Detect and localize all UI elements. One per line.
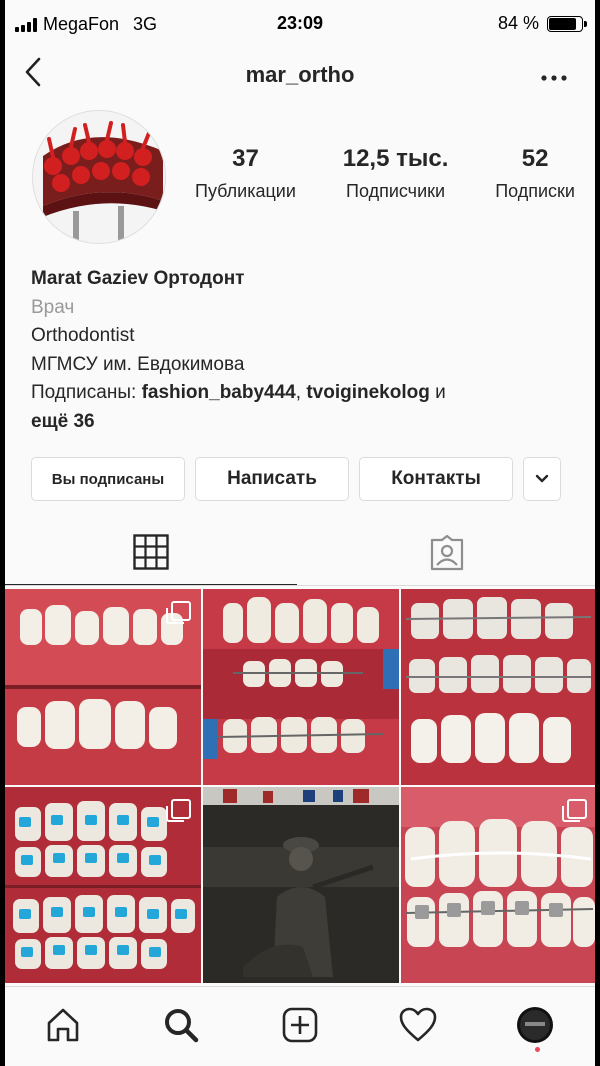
- multi-photo-icon: [166, 799, 191, 822]
- stat-following[interactable]: 52 Подписки: [495, 145, 575, 202]
- multi-photo-icon: [166, 601, 191, 624]
- followed-by[interactable]: Подписаны: fashion_baby444, tvoiginekolo…: [31, 379, 571, 408]
- profile-bio: Marat Gaziev Ортодонт Врач Orthodontist …: [31, 265, 571, 436]
- profile-actions: Вы подписаны Написать Контакты: [31, 457, 561, 501]
- heart-icon: [399, 1007, 437, 1042]
- followed-by-prefix: Подписаны:: [31, 382, 142, 403]
- post-thumbnail[interactable]: [5, 589, 201, 785]
- multi-photo-icon: [562, 799, 587, 822]
- posts-count: 37: [232, 145, 259, 172]
- bio-line-1: Orthodontist: [31, 325, 135, 346]
- grid-icon: [133, 534, 169, 570]
- status-bar: MegaFon 3G 23:09 84 %: [5, 0, 595, 48]
- tab-tagged[interactable]: [428, 534, 466, 577]
- post-thumbnail[interactable]: [203, 589, 399, 785]
- profile-tab[interactable]: [515, 1005, 555, 1045]
- category-label: Врач: [31, 296, 75, 318]
- contacts-button[interactable]: Контакты: [359, 457, 513, 501]
- followers-count: 12,5 тыс.: [342, 145, 449, 172]
- home-icon: [47, 1008, 79, 1042]
- bio-line-2: МГМСУ им. Евдокимова: [31, 353, 245, 375]
- battery-percent: 84 %: [497, 13, 539, 33]
- tab-divider: [5, 585, 595, 586]
- followed-by-and: и: [429, 382, 446, 403]
- followers-label: Подписчики: [346, 181, 446, 201]
- profile-stats: 37 Публикации 12,5 тыс. Подписчики 52 По…: [195, 145, 575, 202]
- activity-tab[interactable]: [398, 1005, 438, 1045]
- profile-avatar-icon: [517, 1007, 553, 1043]
- add-post-icon: [282, 1007, 318, 1043]
- posts-label: Публикации: [195, 181, 296, 201]
- following-button[interactable]: Вы подписаны: [31, 457, 185, 501]
- battery-icon: [547, 15, 587, 32]
- followed-by-separator: ,: [295, 382, 307, 403]
- bottom-tab-bar: [5, 986, 595, 1066]
- post-thumbnail[interactable]: [401, 787, 595, 983]
- battery-info: 84 %: [497, 13, 587, 34]
- profile-header: mar_ortho: [5, 50, 595, 102]
- stat-posts[interactable]: 37 Публикации: [195, 145, 296, 202]
- following-count: 52: [521, 145, 549, 172]
- display-name: Marat Gaziev Ортодонт: [31, 268, 245, 289]
- instagram-profile-screen: MegaFon 3G 23:09 84 % mar_ortho 37 Публи…: [5, 0, 595, 1066]
- post-thumbnail[interactable]: [203, 787, 399, 983]
- posts-grid: [5, 589, 595, 985]
- post-thumbnail[interactable]: [401, 589, 595, 785]
- chevron-down-icon: [535, 474, 549, 483]
- new-post-tab[interactable]: [280, 1005, 320, 1045]
- more-dots-icon: [541, 75, 567, 81]
- stat-followers[interactable]: 12,5 тыс. Подписчики: [343, 145, 449, 202]
- search-tab[interactable]: [161, 1005, 201, 1045]
- home-tab[interactable]: [43, 1005, 83, 1045]
- tab-grid[interactable]: [133, 534, 169, 575]
- profile-avatar[interactable]: [32, 110, 166, 244]
- following-label: Подписки: [495, 181, 575, 201]
- profile-username: mar_ortho: [245, 62, 355, 87]
- message-button[interactable]: Написать: [195, 457, 349, 501]
- profile-tabs: [5, 522, 595, 586]
- followed-by-user-1[interactable]: fashion_baby444: [142, 382, 296, 403]
- search-icon: [165, 1009, 199, 1043]
- followed-by-user-2[interactable]: tvoiginekolog: [306, 382, 430, 403]
- tagged-person-icon: [430, 534, 464, 571]
- suggestions-dropdown-button[interactable]: [523, 457, 561, 501]
- post-thumbnail[interactable]: [5, 787, 201, 983]
- more-options-button[interactable]: [541, 58, 567, 89]
- followed-by-more[interactable]: ещё 36: [31, 411, 95, 432]
- notification-dot: [535, 1047, 540, 1052]
